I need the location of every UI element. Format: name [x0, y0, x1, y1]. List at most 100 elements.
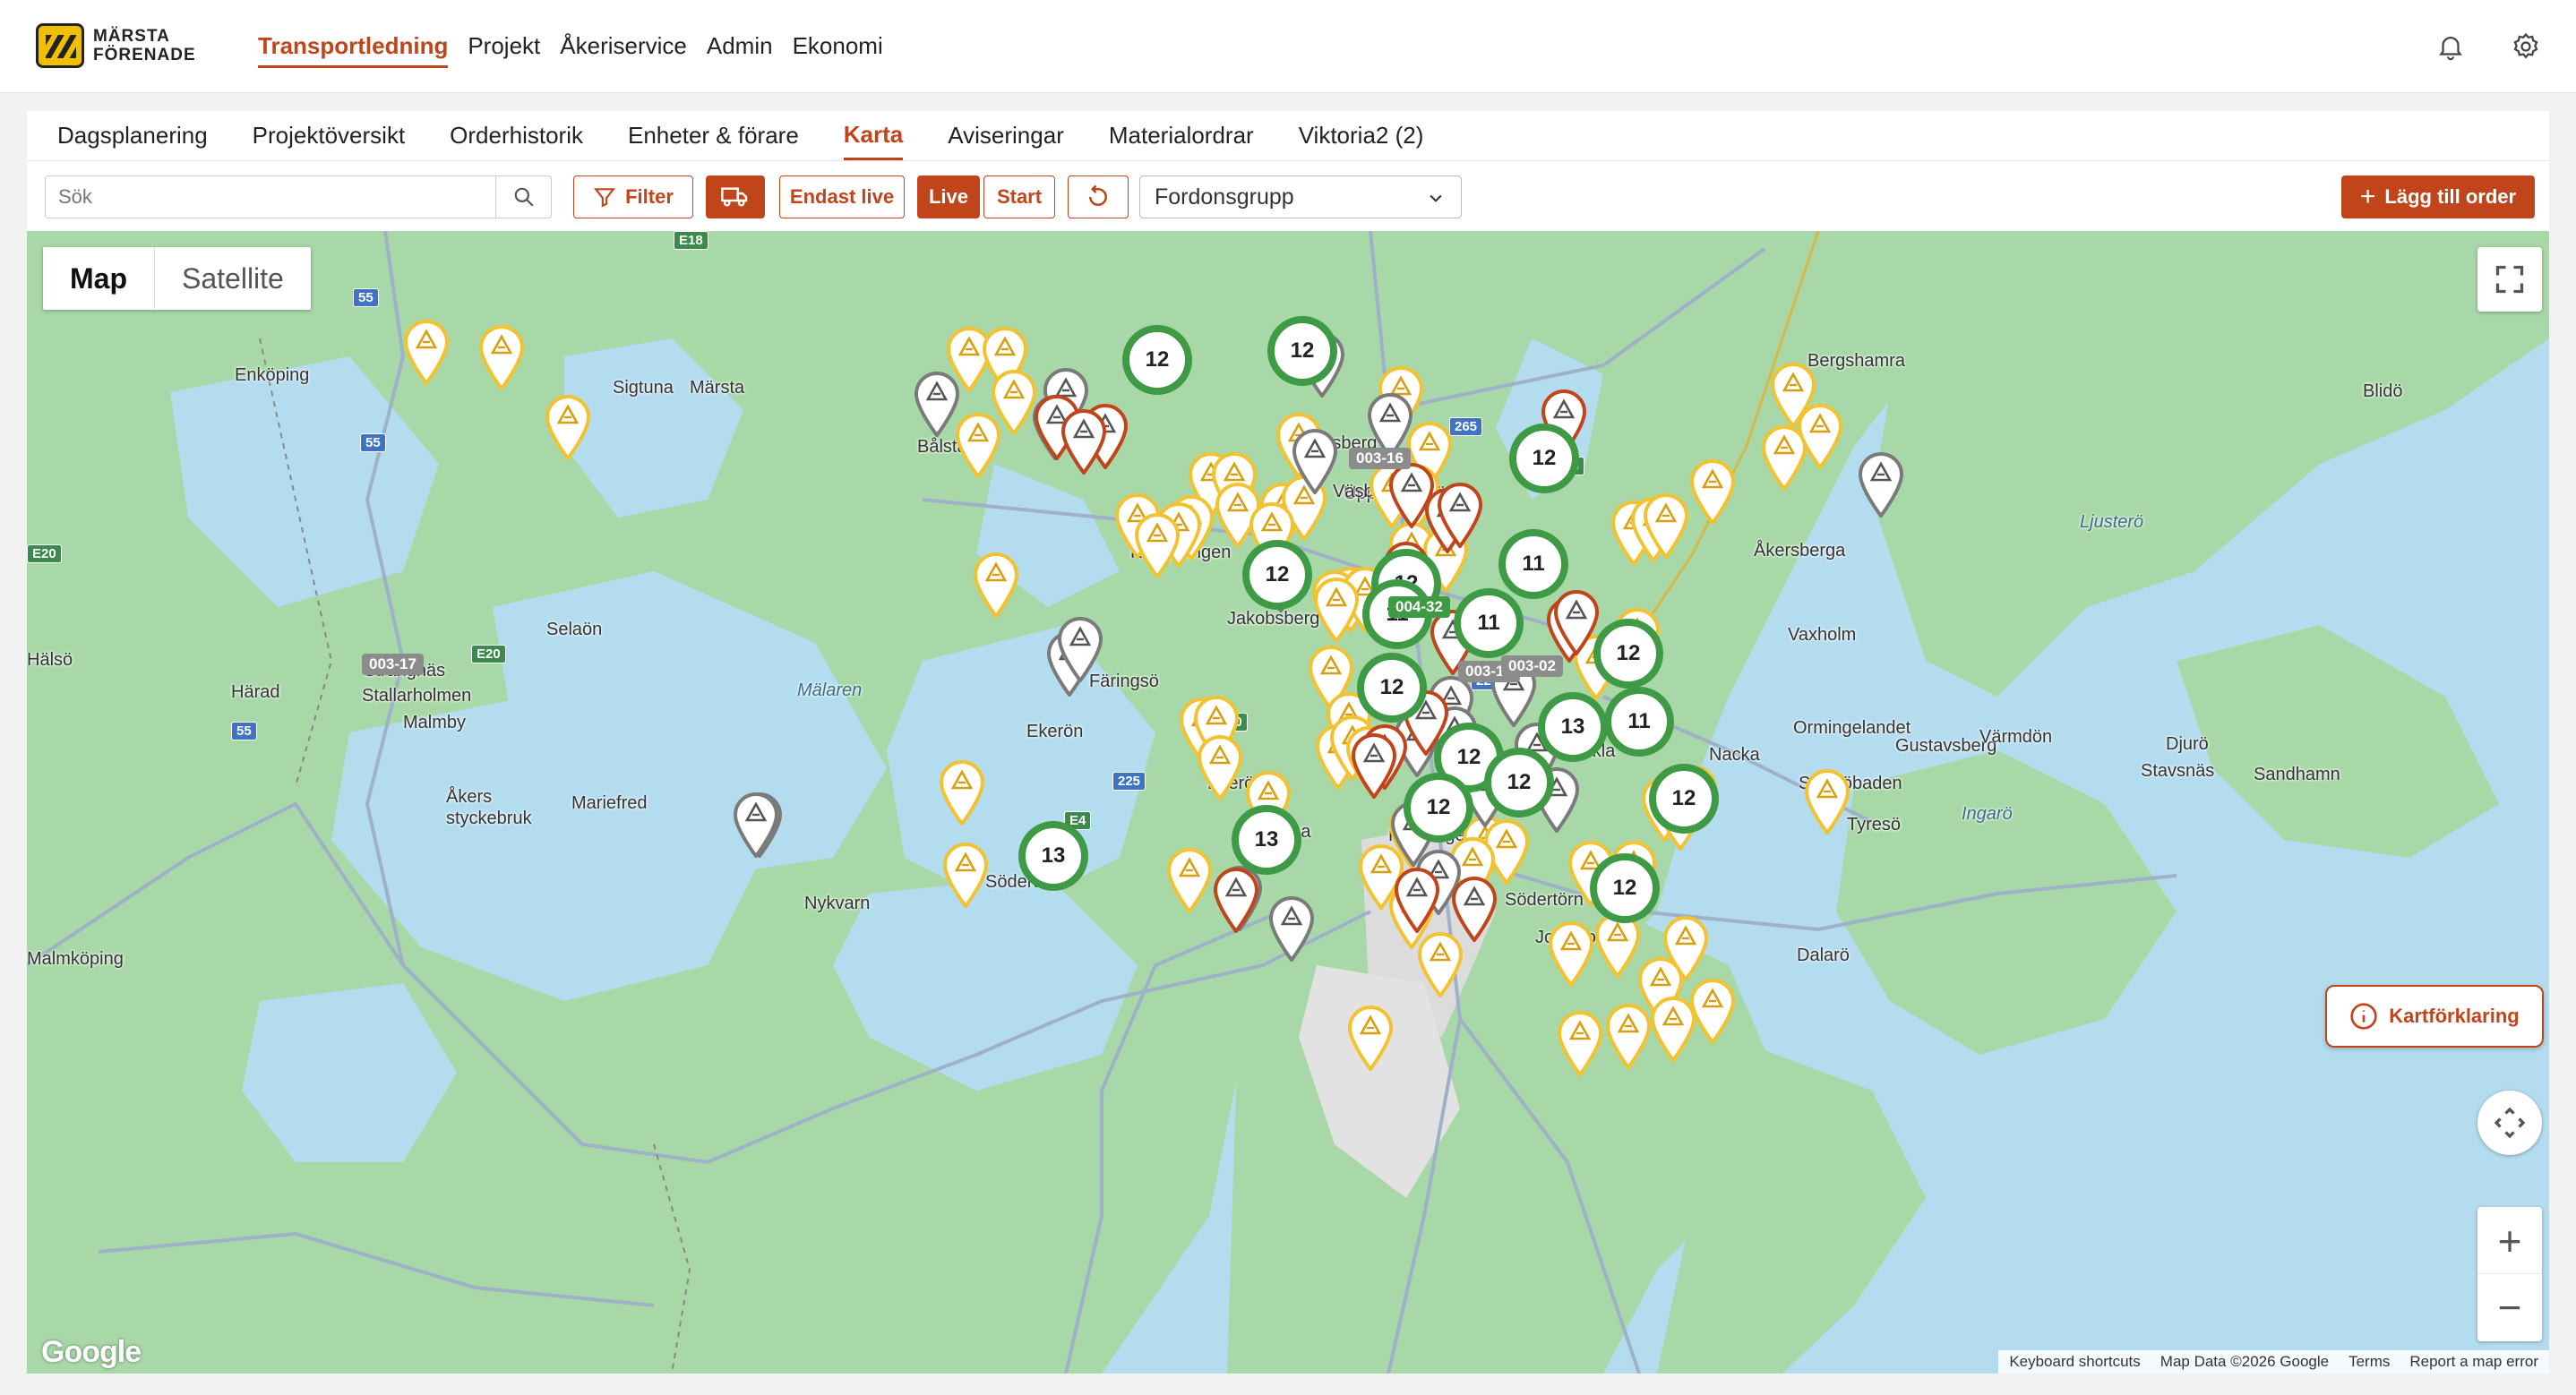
add-order-button[interactable]: + Lägg till order: [2341, 175, 2535, 218]
nav-transportledning[interactable]: Transportledning: [258, 32, 449, 68]
site-marker-icon[interactable]: [1350, 732, 1398, 799]
site-marker-icon[interactable]: [1312, 577, 1361, 643]
site-marker-icon[interactable]: [972, 552, 1020, 618]
site-marker-icon[interactable]: [1060, 408, 1108, 475]
map-view[interactable]: Map Satellite + − Kartförklaring Google …: [27, 231, 2549, 1374]
cluster-marker[interactable]: 12: [1357, 653, 1427, 723]
site-marker-icon[interactable]: [1212, 867, 1260, 933]
site-marker-icon[interactable]: [1133, 512, 1181, 578]
site-marker-icon[interactable]: [1803, 768, 1851, 834]
tab-orderhistorik[interactable]: Orderhistorik: [450, 113, 583, 158]
tab-materialordrar[interactable]: Materialordrar: [1109, 113, 1254, 158]
vehicles-toggle-button[interactable]: [706, 175, 765, 218]
search-icon[interactable]: [495, 176, 551, 218]
site-marker-icon[interactable]: [1196, 734, 1244, 800]
site-marker-icon[interactable]: [1649, 996, 1697, 1062]
site-marker-icon[interactable]: [1436, 482, 1484, 548]
site-marker-icon[interactable]: [1688, 458, 1737, 525]
nav-ekonomi[interactable]: Ekonomi: [793, 32, 883, 68]
site-marker-icon[interactable]: [1796, 403, 1844, 469]
site-marker-icon[interactable]: [1387, 462, 1436, 528]
logo-mark-icon: [36, 23, 84, 68]
info-icon: [2350, 1003, 2377, 1030]
cluster-marker[interactable]: 12: [1484, 748, 1554, 817]
cluster-marker[interactable]: 13: [1538, 692, 1608, 762]
cluster-marker[interactable]: 12: [1509, 424, 1579, 493]
tab-dagsplanering[interactable]: Dagsplanering: [57, 113, 208, 158]
site-marker-icon[interactable]: [1857, 451, 1905, 518]
site-marker-icon[interactable]: [1450, 876, 1498, 942]
place-label: Blidö: [2363, 381, 2403, 401]
tab-enheter-forare[interactable]: Enheter & förare: [628, 113, 799, 158]
site-marker-icon[interactable]: [1291, 428, 1339, 494]
cluster-marker[interactable]: 11: [1454, 588, 1524, 658]
site-marker-icon[interactable]: [1056, 616, 1104, 682]
place-label: Stallarholmen: [362, 686, 472, 706]
cluster-marker[interactable]: 12: [1404, 773, 1473, 843]
site-marker-icon[interactable]: [954, 412, 1002, 478]
zoom-in-button[interactable]: +: [2477, 1208, 2542, 1274]
keyboard-shortcuts-link[interactable]: Keyboard shortcuts: [2009, 1353, 2140, 1371]
cluster-marker[interactable]: 11: [1498, 529, 1568, 599]
site-marker-icon[interactable]: [941, 842, 990, 908]
vehicle-tag[interactable]: 004-32: [1388, 596, 1450, 618]
road-shield: 265: [1449, 417, 1483, 436]
filter-button[interactable]: Filter: [573, 175, 693, 218]
gear-icon[interactable]: [2508, 29, 2544, 64]
nav-admin[interactable]: Admin: [707, 32, 773, 68]
only-live-button[interactable]: Endast live: [779, 175, 905, 218]
cluster-marker[interactable]: 13: [1018, 821, 1088, 891]
place-label: Ekerön: [1026, 722, 1084, 741]
site-marker-icon[interactable]: [1547, 920, 1595, 987]
site-marker-icon[interactable]: [938, 759, 986, 826]
cluster-marker[interactable]: 11: [1604, 687, 1674, 757]
terms-link[interactable]: Terms: [2348, 1353, 2390, 1371]
site-marker-icon[interactable]: [1556, 1010, 1604, 1076]
tab-projektoversikt[interactable]: Projektöversikt: [253, 113, 406, 158]
site-marker-icon[interactable]: [544, 394, 592, 460]
cluster-marker[interactable]: 12: [1267, 316, 1337, 386]
map-legend-button[interactable]: Kartförklaring: [2325, 985, 2544, 1048]
vehicle-group-select[interactable]: Fordonsgrupp: [1139, 175, 1462, 218]
site-marker-icon[interactable]: [1604, 1003, 1653, 1069]
nav-projekt[interactable]: Projekt: [468, 32, 540, 68]
zoom-out-button[interactable]: −: [2477, 1274, 2542, 1340]
cluster-marker[interactable]: 12: [1593, 619, 1663, 689]
company-logo[interactable]: MÄRSTA FÖRENADE: [36, 23, 196, 68]
site-marker-icon[interactable]: [402, 319, 451, 385]
vehicle-tag[interactable]: 003-16: [1349, 448, 1411, 469]
road-shield: E18: [674, 231, 708, 250]
cluster-marker[interactable]: 12: [1122, 325, 1192, 395]
vehicle-tag[interactable]: 003-02: [1501, 655, 1563, 677]
site-marker-icon[interactable]: [732, 792, 780, 858]
report-error-link[interactable]: Report a map error: [2409, 1353, 2538, 1371]
tab-aviseringar[interactable]: Aviseringar: [948, 113, 1064, 158]
cluster-marker[interactable]: 12: [1649, 764, 1719, 834]
site-marker-icon[interactable]: [1346, 1005, 1395, 1071]
bell-icon[interactable]: [2433, 29, 2469, 64]
nav-akeriservice[interactable]: Åkeriservice: [560, 32, 687, 68]
cluster-marker[interactable]: 12: [1590, 853, 1660, 923]
site-marker-icon[interactable]: [1393, 867, 1441, 933]
cluster-marker[interactable]: 13: [1232, 805, 1301, 875]
site-marker-icon[interactable]: [1267, 895, 1316, 962]
vehicle-tag[interactable]: 003-17: [362, 654, 424, 675]
map-type-map[interactable]: Map: [43, 247, 155, 310]
live-button[interactable]: Live: [917, 175, 980, 218]
search-input[interactable]: [58, 176, 488, 218]
site-marker-icon[interactable]: [1642, 492, 1690, 559]
site-marker-icon[interactable]: [1165, 847, 1214, 913]
fullscreen-button[interactable]: [2477, 247, 2542, 312]
refresh-button[interactable]: [1068, 175, 1129, 218]
tab-viktoria2[interactable]: Viktoria2 (2): [1299, 113, 1424, 158]
map-type-satellite[interactable]: Satellite: [155, 247, 311, 310]
tab-karta[interactable]: Karta: [843, 112, 904, 160]
cluster-marker[interactable]: 12: [1242, 540, 1312, 610]
main-nav: Transportledning Projekt Åkeriservice Ad…: [258, 32, 883, 68]
site-marker-icon[interactable]: [477, 324, 526, 390]
start-button[interactable]: Start: [983, 175, 1055, 218]
place-label: Enköping: [235, 365, 310, 385]
site-marker-icon[interactable]: [913, 371, 961, 437]
sub-nav: Dagsplanering Projektöversikt Orderhisto…: [27, 111, 2549, 161]
camera-control-button[interactable]: [2477, 1091, 2542, 1155]
